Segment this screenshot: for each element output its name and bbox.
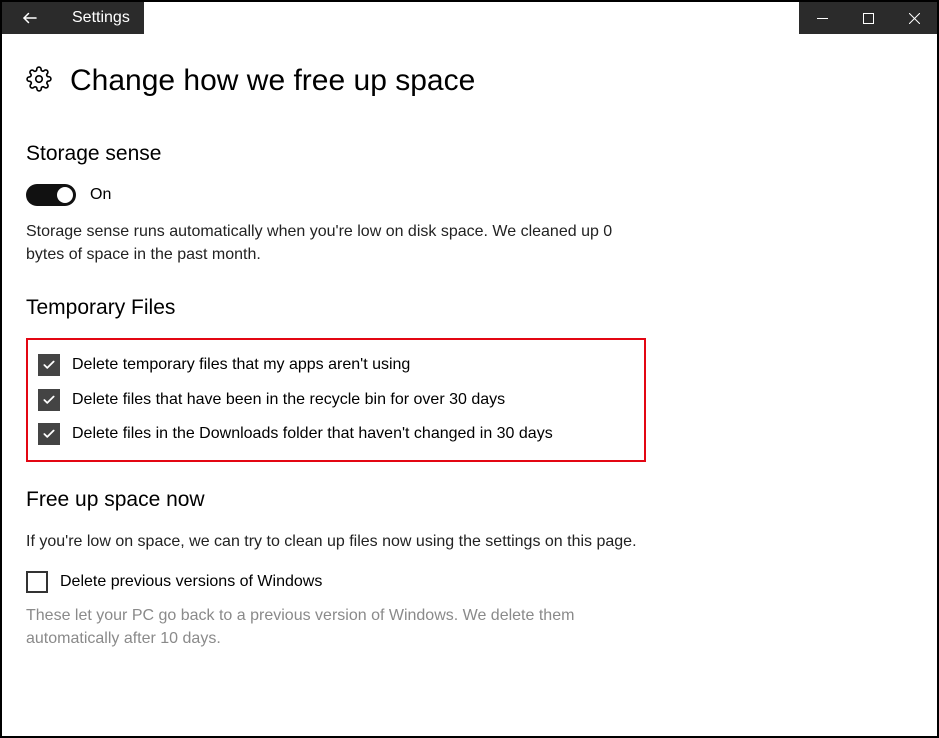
minimize-icon: [817, 13, 828, 24]
section-free-up-now: Free up space now If you're low on space…: [26, 488, 913, 650]
content: Change how we free up space Storage sens…: [2, 34, 937, 680]
checkbox-label: Delete files that have been in the recyc…: [72, 389, 505, 411]
checkbox-temp-apps[interactable]: [38, 354, 60, 376]
section-storage-sense: Storage sense On Storage sense runs auto…: [26, 142, 913, 266]
minimize-button[interactable]: [799, 2, 845, 34]
maximize-icon: [863, 13, 874, 24]
check-icon: [42, 358, 56, 372]
free-up-now-option: Delete previous versions of Windows: [26, 571, 913, 593]
storage-sense-description: Storage sense runs automatically when yo…: [26, 220, 646, 266]
check-icon: [42, 427, 56, 441]
storage-sense-toggle-row: On: [26, 184, 913, 206]
page-header: Change how we free up space: [26, 64, 913, 98]
close-button[interactable]: [891, 2, 937, 34]
storage-sense-heading: Storage sense: [26, 142, 913, 166]
checkbox-label: Delete previous versions of Windows: [60, 571, 322, 593]
temp-files-option-0: Delete temporary files that my apps aren…: [38, 354, 628, 376]
maximize-button[interactable]: [845, 2, 891, 34]
temp-files-heading: Temporary Files: [26, 296, 913, 320]
free-up-now-description: If you're low on space, we can try to cl…: [26, 530, 646, 553]
storage-sense-toggle-label: On: [90, 186, 111, 204]
check-icon: [42, 393, 56, 407]
checkbox-recycle-bin[interactable]: [38, 389, 60, 411]
gear-icon: [26, 66, 52, 97]
free-up-now-heading: Free up space now: [26, 488, 913, 512]
page-title: Change how we free up space: [70, 64, 475, 98]
titlebar-spacer: [144, 2, 799, 34]
arrow-left-icon: [21, 9, 39, 27]
window-title: Settings: [72, 9, 130, 27]
free-up-now-note: These let your PC go back to a previous …: [26, 605, 646, 650]
checkbox-label: Delete files in the Downloads folder tha…: [72, 423, 553, 445]
window-title-wrap: Settings: [58, 2, 144, 34]
titlebar: Settings: [2, 2, 937, 34]
close-icon: [909, 13, 920, 24]
back-button[interactable]: [2, 2, 58, 34]
window-controls: [799, 2, 937, 34]
temp-files-option-2: Delete files in the Downloads folder tha…: [38, 423, 628, 445]
section-temporary-files: Temporary Files Delete temporary files t…: [26, 296, 913, 461]
checkbox-label: Delete temporary files that my apps aren…: [72, 354, 410, 376]
checkbox-previous-windows[interactable]: [26, 571, 48, 593]
checkbox-downloads[interactable]: [38, 423, 60, 445]
temp-files-highlight-box: Delete temporary files that my apps aren…: [26, 338, 646, 461]
toggle-knob: [57, 187, 73, 203]
storage-sense-toggle[interactable]: [26, 184, 76, 206]
temp-files-option-1: Delete files that have been in the recyc…: [38, 389, 628, 411]
